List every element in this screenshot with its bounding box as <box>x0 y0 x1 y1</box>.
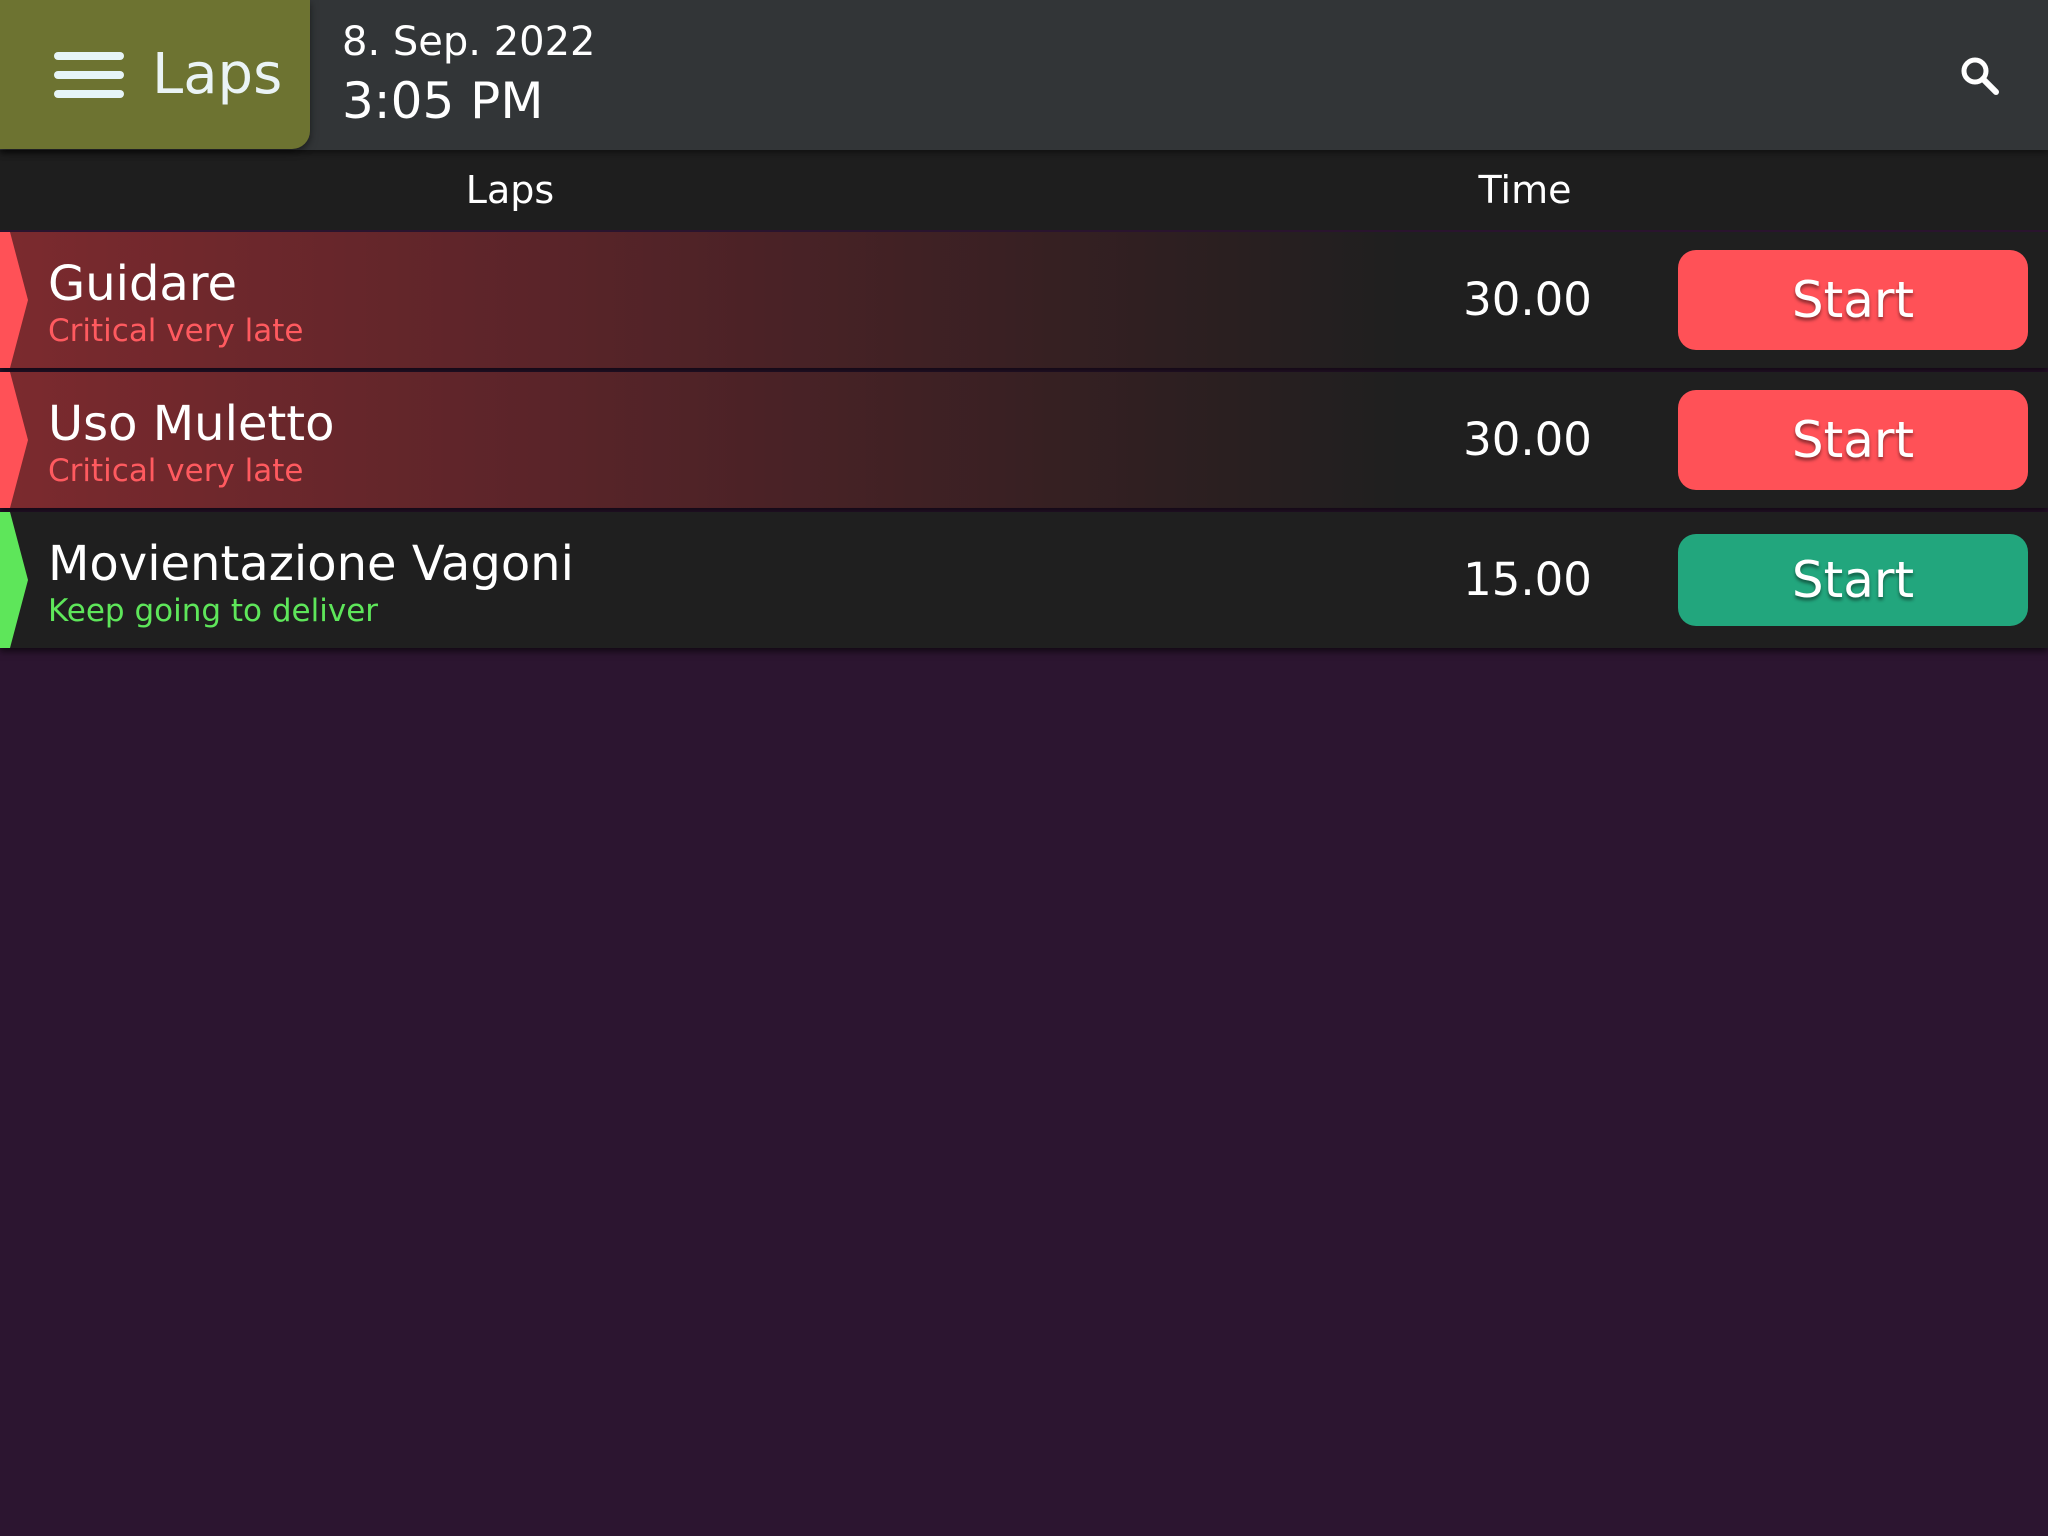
lap-status: Critical very late <box>48 313 304 349</box>
table-row: Movientazione Vagoni Keep going to deliv… <box>0 512 2048 648</box>
start-button[interactable]: Start <box>1678 534 2028 626</box>
menu-button[interactable]: Laps <box>0 0 310 149</box>
app-title: Laps <box>152 42 283 107</box>
lap-name: Guidare <box>48 256 238 312</box>
lap-time: 15.00 <box>1463 553 1592 606</box>
status-stripe <box>0 512 28 648</box>
current-time: 3:05 PM <box>342 72 544 130</box>
start-button[interactable]: Start <box>1678 250 2028 350</box>
column-header-laps: Laps <box>465 168 555 212</box>
start-button[interactable]: Start <box>1678 390 2028 490</box>
status-stripe <box>0 232 28 368</box>
lap-status: Critical very late <box>48 453 304 489</box>
lap-time: 30.00 <box>1463 273 1592 326</box>
lap-name: Uso Muletto <box>48 396 335 452</box>
current-date: 8. Sep. 2022 <box>342 19 596 65</box>
table-header: Laps Time <box>0 150 2048 230</box>
app-bar: Laps 8. Sep. 2022 3:05 PM <box>0 0 2048 150</box>
status-stripe <box>0 372 28 508</box>
table-row: Uso Muletto Critical very late 30.00 Sta… <box>0 372 2048 508</box>
column-header-time: Time <box>1478 168 1572 212</box>
lap-time: 30.00 <box>1463 413 1592 466</box>
lap-name: Movientazione Vagoni <box>48 536 574 592</box>
menu-icon <box>54 52 124 98</box>
lap-status: Keep going to deliver <box>48 593 379 629</box>
search-icon[interactable] <box>1958 54 2002 98</box>
table-row: Guidare Critical very late 30.00 Start <box>0 232 2048 368</box>
app-screen: Laps 8. Sep. 2022 3:05 PM Laps Time Guid… <box>0 0 2048 1536</box>
